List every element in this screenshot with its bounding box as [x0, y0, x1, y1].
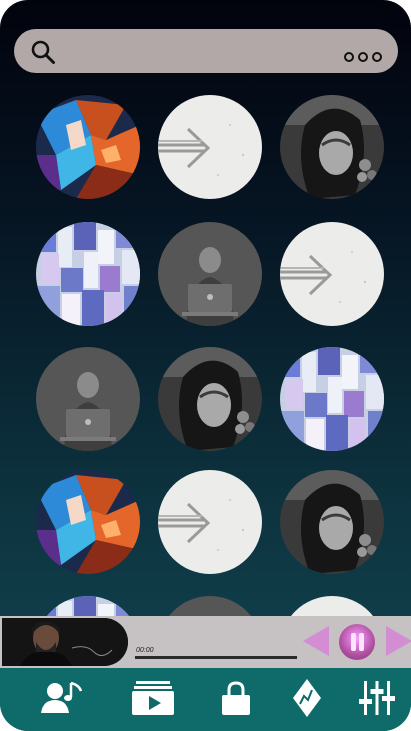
pause-button[interactable]: [339, 624, 375, 660]
album-tile-laptop-man[interactable]: [36, 347, 140, 451]
album-tile-arrow[interactable]: [158, 95, 262, 199]
tab-premium[interactable]: [285, 678, 329, 718]
tab-equalizer[interactable]: [355, 678, 399, 718]
playback-time: 00:00: [136, 647, 154, 654]
app-screen: 00:00: [0, 0, 411, 731]
album-tile-mosaic[interactable]: [36, 596, 140, 616]
previous-icon[interactable]: [303, 626, 329, 656]
tab-artists[interactable]: [40, 678, 84, 718]
search-icon[interactable]: [30, 39, 56, 65]
album-tile-mosaic[interactable]: [280, 347, 384, 451]
next-icon[interactable]: [386, 626, 411, 656]
lock-icon: [222, 681, 250, 715]
more-options-icon[interactable]: [344, 52, 382, 62]
album-tile-portrait-woman[interactable]: [158, 347, 262, 451]
search-bar[interactable]: [14, 29, 398, 73]
playlist-play-icon: [132, 681, 174, 715]
diamond-logo-icon: [293, 679, 321, 717]
album-tile-abstract[interactable]: [36, 470, 140, 574]
album-tile-portrait-woman[interactable]: [280, 95, 384, 199]
album-grid: [0, 0, 411, 616]
tab-locked[interactable]: [214, 678, 258, 718]
bottom-tab-bar: [0, 668, 411, 731]
artist-music-icon: [41, 681, 83, 713]
album-tile-mosaic[interactable]: [36, 222, 140, 326]
album-tile-arrow[interactable]: [280, 596, 384, 616]
album-tile-arrow[interactable]: [280, 222, 384, 326]
equalizer-icon: [359, 681, 395, 715]
album-tile-laptop-man[interactable]: [158, 596, 262, 616]
progress-bar[interactable]: [135, 656, 297, 659]
album-tile-arrow[interactable]: [158, 470, 262, 574]
album-tile-portrait-woman[interactable]: [280, 470, 384, 574]
album-tile-laptop-man[interactable]: [158, 222, 262, 326]
tab-playlists[interactable]: [131, 678, 175, 718]
album-tile-abstract[interactable]: [36, 95, 140, 199]
now-playing-artwork[interactable]: [2, 618, 128, 666]
